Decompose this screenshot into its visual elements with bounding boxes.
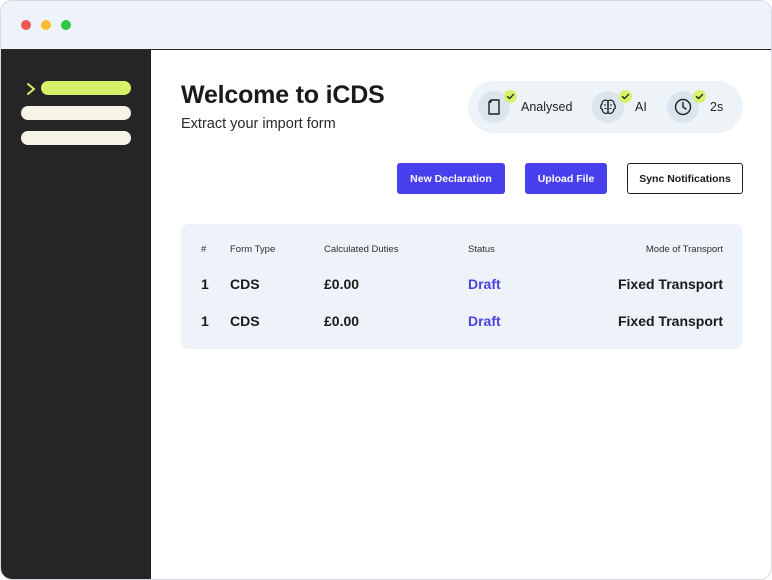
close-window-button[interactable]: [21, 20, 31, 30]
sync-notifications-button[interactable]: Sync Notifications: [627, 163, 743, 194]
column-header-transport: Mode of Transport: [645, 244, 723, 255]
row-transport: Fixed Transport: [617, 313, 723, 329]
checkmark-icon: [504, 90, 517, 103]
status-label-analysed: Analysed: [521, 100, 573, 114]
row-status-link[interactable]: Draft: [468, 276, 501, 292]
sidebar: [1, 50, 151, 579]
checkmark-icon: [619, 90, 632, 103]
checkmark-icon: [693, 90, 706, 103]
row-number: 1: [201, 276, 209, 292]
chevron-right-icon: [27, 83, 35, 95]
column-header-form-type: Form Type: [230, 244, 276, 255]
row-status-link[interactable]: Draft: [468, 313, 501, 329]
column-header-status: Status: [468, 244, 495, 255]
new-declaration-button[interactable]: New Declaration: [397, 163, 505, 194]
title-bar: [1, 1, 771, 50]
upload-file-button[interactable]: Upload File: [525, 163, 607, 194]
row-transport: Fixed Transport: [617, 276, 723, 292]
sidebar-item[interactable]: [21, 106, 131, 120]
page-title: Welcome to iCDS: [181, 81, 385, 109]
row-form-type: CDS: [230, 313, 260, 329]
sidebar-item-active[interactable]: [41, 81, 131, 95]
status-label-ai: AI: [635, 100, 647, 114]
row-duties: £0.00: [324, 276, 360, 292]
app-window: Welcome to iCDS Extract your import form…: [0, 0, 772, 580]
minimize-window-button[interactable]: [41, 20, 51, 30]
page-subtitle: Extract your import form: [181, 116, 336, 132]
sidebar-item[interactable]: [21, 131, 131, 145]
maximize-window-button[interactable]: [61, 20, 71, 30]
column-header-duties: Calculated Duties: [324, 244, 399, 255]
row-form-type: CDS: [230, 276, 260, 292]
status-label-time: 2s: [710, 100, 724, 114]
column-header-number: #: [201, 244, 207, 255]
row-duties: £0.00: [324, 313, 360, 329]
row-number: 1: [201, 313, 209, 329]
